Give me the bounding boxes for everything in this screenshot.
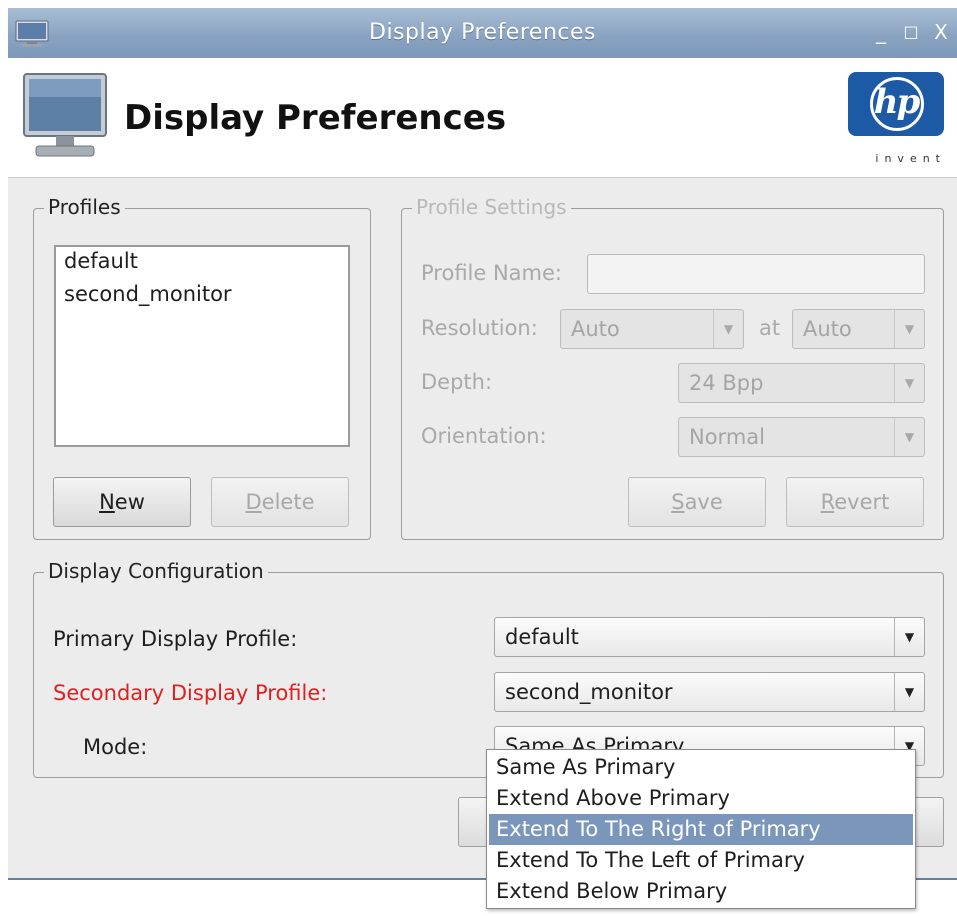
profile-name-label: Profile Name: — [421, 261, 563, 285]
depth-value: 24 Bpp — [689, 371, 764, 395]
orientation-dropdown[interactable]: Normal ▼ — [678, 417, 925, 457]
list-item[interactable]: default — [64, 249, 138, 273]
header-banner: Display Preferences hp invent — [8, 58, 957, 178]
mode-options-list[interactable]: Same As Primary Extend Above Primary Ext… — [486, 749, 916, 909]
hp-logo-mark: hp — [873, 82, 921, 122]
revert-button[interactable]: Revert — [786, 477, 924, 527]
chevron-down-icon: ▼ — [713, 310, 743, 348]
save-label: ave — [684, 490, 723, 514]
depth-label: Depth: — [421, 370, 493, 394]
mode-option[interactable]: Extend To The Left of Primary — [489, 845, 913, 876]
display-configuration-group: Display Configuration Primary Display Pr… — [33, 559, 944, 778]
mode-option[interactable]: Extend Above Primary — [489, 783, 913, 814]
resolution-label: Resolution: — [421, 316, 538, 340]
profiles-legend: Profiles — [44, 195, 125, 219]
hp-tagline: invent — [875, 152, 946, 165]
profile-name-field[interactable] — [587, 254, 925, 294]
mode-option[interactable]: Extend Below Primary — [489, 876, 913, 907]
close-button[interactable]: X — [930, 19, 952, 45]
delete-button[interactable]: Delete — [211, 477, 349, 527]
header-title: Display Preferences — [124, 98, 507, 138]
minimize-button[interactable]: _ — [870, 19, 892, 45]
profiles-group: Profiles default second_monitor New Dele… — [33, 195, 371, 540]
secondary-display-value: second_monitor — [505, 680, 673, 704]
depth-dropdown[interactable]: 24 Bpp ▼ — [678, 363, 925, 403]
chevron-down-icon: ▼ — [894, 310, 924, 348]
secondary-display-label: Secondary Display Profile: — [53, 681, 328, 705]
revert-label: evert — [834, 490, 890, 514]
window-title: Display Preferences — [369, 20, 596, 45]
chevron-down-icon: ▼ — [894, 618, 924, 656]
chevron-down-icon: ▼ — [894, 418, 924, 456]
new-mnemonic: N — [99, 490, 115, 514]
display-monitor-icon — [23, 73, 107, 157]
hp-logo: hp invent — [846, 72, 946, 172]
primary-display-label: Primary Display Profile: — [53, 627, 298, 651]
resolution-dropdown[interactable]: Auto ▼ — [560, 309, 744, 349]
profiles-list[interactable]: default second_monitor — [54, 245, 350, 447]
mode-label: Mode: — [83, 735, 148, 759]
mode-option-highlighted[interactable]: Extend To The Right of Primary — [489, 814, 913, 845]
chevron-down-icon: ▼ — [894, 673, 924, 711]
list-item[interactable]: second_monitor — [64, 282, 232, 306]
primary-display-value: default — [505, 625, 579, 649]
refresh-rate-value: Auto — [803, 317, 852, 341]
revert-mnemonic: R — [820, 490, 835, 514]
delete-mnemonic: D — [245, 490, 262, 514]
maximize-button[interactable]: □ — [900, 19, 922, 45]
save-button[interactable]: Save — [628, 477, 766, 527]
orientation-value: Normal — [689, 425, 765, 449]
at-label: at — [759, 316, 781, 340]
title-bar[interactable]: Display Preferences _ □ X — [8, 8, 957, 58]
secondary-display-dropdown[interactable]: second_monitor ▼ — [494, 672, 925, 712]
delete-label: elete — [261, 490, 315, 514]
refresh-rate-dropdown[interactable]: Auto ▼ — [792, 309, 925, 349]
save-mnemonic: S — [671, 490, 685, 514]
chevron-down-icon: ▼ — [894, 364, 924, 402]
display-configuration-legend: Display Configuration — [44, 559, 268, 583]
primary-display-dropdown[interactable]: default ▼ — [494, 617, 925, 657]
new-label: ew — [114, 490, 145, 514]
mode-option[interactable]: Same As Primary — [489, 752, 913, 783]
profile-settings-legend: Profile Settings — [412, 195, 571, 219]
new-button[interactable]: New — [53, 477, 191, 527]
orientation-label: Orientation: — [421, 424, 547, 448]
profile-settings-group: Profile Settings Profile Name: Resolutio… — [401, 195, 944, 540]
resolution-value: Auto — [571, 317, 620, 341]
